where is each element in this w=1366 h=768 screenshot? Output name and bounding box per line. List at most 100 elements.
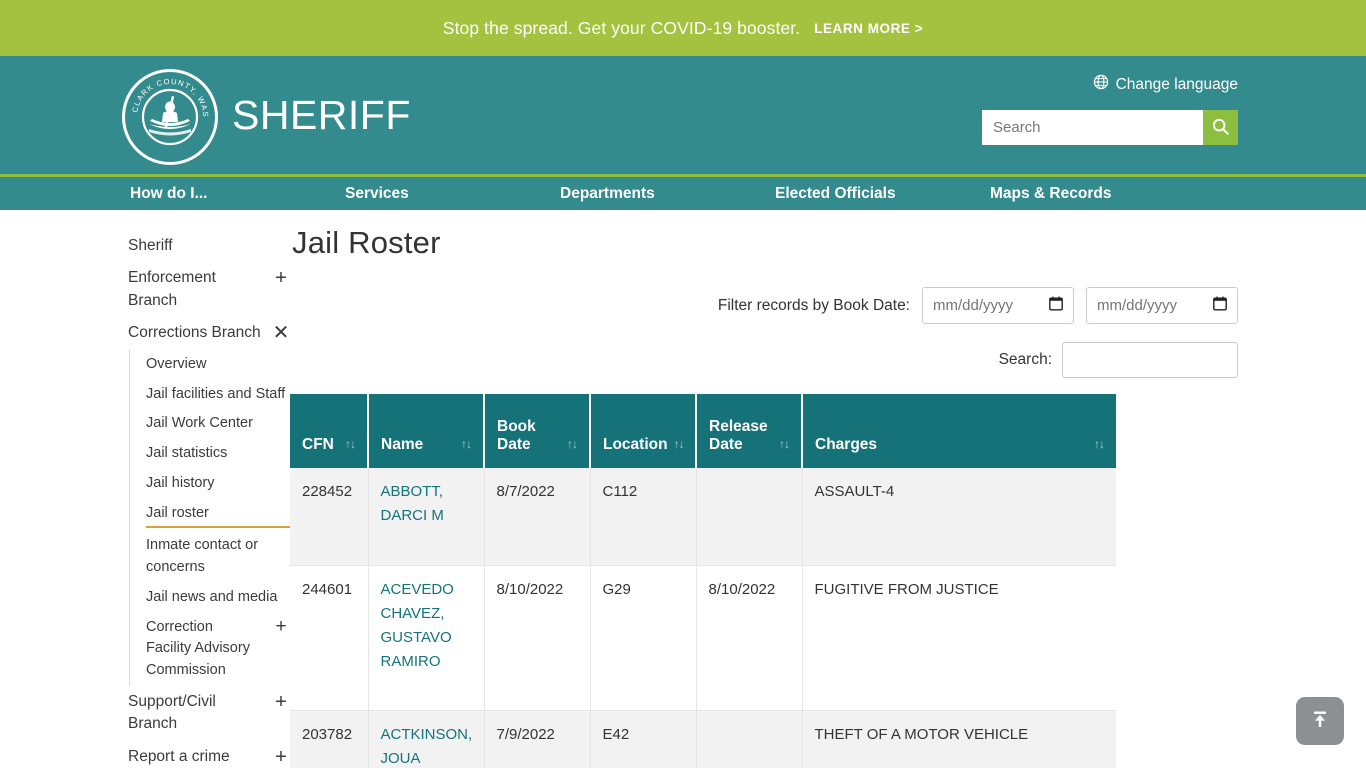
table-search-input[interactable] bbox=[1062, 342, 1238, 378]
sort-icon[interactable]: ↑↓ bbox=[1094, 435, 1105, 454]
sidebar-item-correction-facility-advisory-commission[interactable]: Correction Facility Advisory Commission … bbox=[146, 613, 290, 686]
cell-location: G29 bbox=[590, 565, 697, 711]
sidebar-item-label: Report a crime bbox=[128, 747, 230, 765]
column-label: Name bbox=[381, 436, 424, 454]
sidebar-item-overview[interactable]: Overview bbox=[146, 350, 290, 380]
book-date-filter: Filter records by Book Date: mm/dd/yyyy … bbox=[290, 287, 1238, 324]
scroll-to-top-button[interactable] bbox=[1296, 697, 1344, 745]
cell-cfn: 244601 bbox=[290, 565, 369, 711]
sidebar-item-label: Jail statistics bbox=[146, 445, 228, 462]
cell-book-date: 7/9/2022 bbox=[484, 710, 591, 768]
column-header-name[interactable]: Name ↑↓ bbox=[368, 394, 485, 468]
cell-release-date: 8/10/2022 bbox=[696, 565, 803, 711]
nav-item-elected-officials[interactable]: Elected Officials bbox=[775, 185, 990, 203]
sort-icon[interactable]: ↑↓ bbox=[674, 435, 685, 454]
cell-book-date: 8/10/2022 bbox=[484, 565, 591, 711]
site-title: SHERIFF bbox=[232, 91, 411, 138]
header-search bbox=[982, 110, 1238, 145]
jail-roster-table: CFN ↑↓ Name ↑↓ Book Date ↑↓ Location ↑↓ … bbox=[290, 394, 1116, 768]
date-to-placeholder: mm/dd/yyyy bbox=[1097, 297, 1178, 314]
inmate-name-link[interactable]: ABBOTT, DARCI M bbox=[381, 483, 444, 524]
book-date-to-input[interactable]: mm/dd/yyyy bbox=[1086, 287, 1238, 324]
column-label: Location bbox=[603, 436, 668, 454]
nav-item-departments[interactable]: Departments bbox=[560, 185, 775, 203]
plus-icon[interactable]: + bbox=[272, 617, 290, 636]
sidebar-item-enforcement-branch[interactable]: Enforcement Branch + bbox=[128, 262, 290, 317]
sort-icon[interactable]: ↑↓ bbox=[779, 435, 790, 454]
column-header-location[interactable]: Location ↑↓ bbox=[590, 394, 697, 468]
sidebar-item-label: Jail Work Center bbox=[146, 415, 253, 432]
table-header: CFN ↑↓ Name ↑↓ Book Date ↑↓ Location ↑↓ … bbox=[290, 394, 1116, 468]
cell-release-date bbox=[696, 710, 803, 768]
table-row: 244601 ACEVEDO CHAVEZ, GUSTAVO RAMIRO 8/… bbox=[290, 565, 1116, 711]
sidebar-item-corrections-branch[interactable]: Corrections Branch ✕ bbox=[128, 317, 290, 349]
sidebar-item-label: Inmate contact or concerns bbox=[146, 537, 259, 576]
sort-icon[interactable]: ↑↓ bbox=[345, 435, 356, 454]
main-navigation: How do I... Services Departments Elected… bbox=[0, 177, 1366, 210]
cell-location: C112 bbox=[590, 468, 697, 566]
alert-message: Stop the spread. Get your COVID-19 boost… bbox=[442, 17, 801, 38]
sidebar-item-jail-roster[interactable]: Jail roster bbox=[146, 499, 290, 529]
cell-charges: THEFT OF A MOTOR VEHICLE bbox=[802, 710, 1116, 768]
table-row: 203782 ACTKINSON, JOUA NATHANIEL 7/9/202… bbox=[290, 710, 1116, 768]
nav-item-how-do-i[interactable]: How do I... bbox=[130, 185, 345, 203]
column-label: Release Date bbox=[709, 418, 768, 454]
cell-cfn: 203782 bbox=[290, 710, 369, 768]
sidebar-item-sheriff[interactable]: Sheriff bbox=[128, 230, 290, 262]
sidebar-item-jail-history[interactable]: Jail history bbox=[146, 469, 290, 499]
sidebar-item-jail-news-and-media[interactable]: Jail news and media bbox=[146, 583, 290, 613]
cell-name: ACEVEDO CHAVEZ, GUSTAVO RAMIRO bbox=[368, 565, 485, 711]
sidebar-item-jail-statistics[interactable]: Jail statistics bbox=[146, 439, 290, 469]
sidebar-item-jail-facilities-and-staff[interactable]: Jail facilities and Staff bbox=[146, 380, 290, 410]
calendar-icon[interactable] bbox=[1049, 296, 1063, 316]
cell-charges: ASSAULT-4 bbox=[802, 468, 1116, 566]
calendar-icon[interactable] bbox=[1213, 296, 1227, 316]
brand-logo[interactable]: CLARK COUNTY, WASHINGTON SHERIFF bbox=[122, 69, 411, 165]
inmate-name-link[interactable]: ACTKINSON, JOUA NATHANIEL bbox=[381, 726, 473, 768]
sidebar-item-report-a-crime[interactable]: Report a crime + bbox=[128, 741, 290, 768]
column-header-cfn[interactable]: CFN ↑↓ bbox=[290, 394, 369, 468]
change-language-link[interactable]: Change language bbox=[1093, 74, 1238, 95]
table-body: 228452 ABBOTT, DARCI M 8/7/2022 C112 ASS… bbox=[290, 468, 1116, 768]
header-utilities: Change language bbox=[982, 74, 1238, 145]
sort-icon[interactable]: ↑↓ bbox=[567, 435, 578, 454]
column-header-book-date[interactable]: Book Date ↑↓ bbox=[484, 394, 591, 468]
filter-label: Filter records by Book Date: bbox=[717, 296, 910, 314]
sidebar-item-inmate-contact-or-concerns[interactable]: Inmate contact or concerns bbox=[146, 531, 290, 583]
sidebar-navigation: Sheriff Enforcement Branch + Corrections… bbox=[0, 210, 290, 767]
page-title: Jail Roster bbox=[292, 225, 441, 260]
sidebar-item-jail-work-center[interactable]: Jail Work Center bbox=[146, 409, 290, 439]
plus-icon[interactable]: + bbox=[272, 692, 290, 712]
site-header: CLARK COUNTY, WASHINGTON SHERIFF bbox=[0, 56, 1366, 177]
column-header-charges[interactable]: Charges ↑↓ bbox=[802, 394, 1116, 468]
main-content: Jail Roster Filter records by Book Date:… bbox=[290, 210, 1366, 768]
plus-icon[interactable]: + bbox=[272, 747, 290, 767]
sidebar-item-label: Overview bbox=[146, 355, 207, 372]
sidebar-item-label: Jail news and media bbox=[146, 588, 278, 605]
cell-charges: FUGITIVE FROM JUSTICE bbox=[802, 565, 1116, 711]
change-language-label: Change language bbox=[1115, 75, 1238, 93]
search-submit-button[interactable] bbox=[1203, 110, 1238, 145]
column-header-release-date[interactable]: Release Date ↑↓ bbox=[696, 394, 803, 468]
alert-learn-more-link[interactable]: LEARN MORE > bbox=[814, 21, 923, 36]
nav-item-services[interactable]: Services bbox=[345, 185, 560, 203]
table-search-label: Search: bbox=[998, 351, 1052, 368]
cell-name: ACTKINSON, JOUA NATHANIEL bbox=[368, 710, 485, 768]
sort-icon[interactable]: ↑↓ bbox=[461, 435, 472, 454]
sidebar-item-support-civil-branch[interactable]: Support/Civil Branch + bbox=[128, 686, 290, 741]
search-input[interactable] bbox=[982, 110, 1203, 145]
page-body: Sheriff Enforcement Branch + Corrections… bbox=[0, 210, 1366, 768]
corrections-submenu: Overview Jail facilities and Staff Jail … bbox=[129, 349, 290, 686]
globe-icon bbox=[1093, 74, 1109, 95]
cell-cfn: 228452 bbox=[290, 468, 369, 566]
magnifier-icon bbox=[1211, 117, 1230, 139]
plus-icon[interactable]: + bbox=[272, 268, 290, 288]
inmate-name-link[interactable]: ACEVEDO CHAVEZ, GUSTAVO RAMIRO bbox=[381, 581, 454, 670]
close-icon[interactable]: ✕ bbox=[272, 323, 290, 343]
table-search-row: Search: bbox=[290, 342, 1238, 378]
sidebar-item-label: Enforcement Branch bbox=[128, 269, 216, 309]
covid-alert-banner: Stop the spread. Get your COVID-19 boost… bbox=[0, 0, 1366, 56]
book-date-from-input[interactable]: mm/dd/yyyy bbox=[922, 287, 1074, 324]
nav-item-maps-records[interactable]: Maps & Records bbox=[990, 185, 1111, 203]
clark-county-seal-icon: CLARK COUNTY, WASHINGTON bbox=[122, 69, 218, 165]
